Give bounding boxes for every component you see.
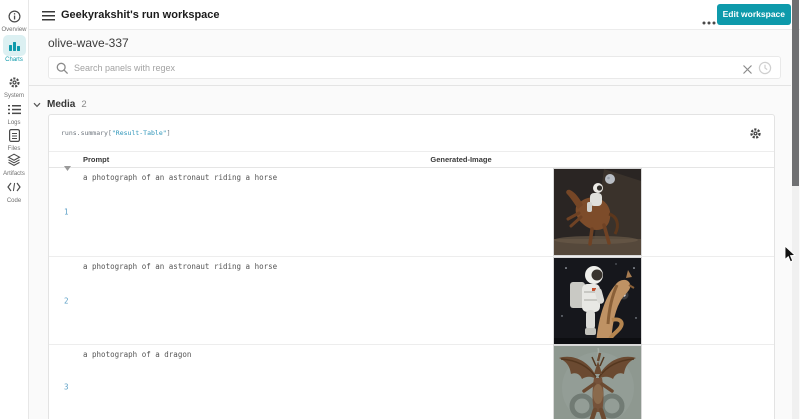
clear-search-icon[interactable] [742, 62, 753, 80]
vertical-scrollbar[interactable] [792, 0, 799, 419]
sidebar-item-overview[interactable]: Overview [0, 6, 28, 33]
media-section-header[interactable]: Media 2 [29, 86, 791, 113]
sidebar-label: Overview [0, 27, 28, 33]
media-section: Media 2 [29, 85, 791, 113]
more-options-icon[interactable] [702, 12, 716, 30]
run-name-heading: olive-wave-337 [48, 36, 129, 50]
scrollbar-thumb[interactable] [792, 0, 799, 186]
media-section-count: 2 [81, 99, 86, 110]
sidebar-item-files[interactable]: Files [0, 125, 28, 152]
table-row: a photograph of a dragon 3 [49, 345, 774, 419]
panel-settings-gear-icon[interactable] [749, 127, 762, 145]
column-header-generated-image[interactable]: Generated-Image [401, 152, 521, 168]
sidebar-item-artifacts[interactable]: Artifacts [0, 150, 28, 177]
gear-icon [3, 72, 26, 92]
sidebar-item-logs[interactable]: Logs [0, 99, 28, 126]
sidebar-label: Code [0, 198, 28, 204]
edit-workspace-button[interactable]: Edit workspace [717, 4, 791, 25]
table-row: a photograph of an astronaut riding a ho… [49, 257, 774, 345]
sidebar-label: Charts [0, 57, 28, 63]
page-title: Geekyrakshit's run workspace [61, 0, 220, 30]
chevron-down-icon [33, 95, 41, 113]
column-header-prompt[interactable]: Prompt [83, 152, 109, 168]
table-row: a photograph of an astronaut riding a ho… [49, 168, 774, 257]
left-nav-sidebar: Overview Charts System Logs Files [0, 0, 29, 419]
sidebar-item-system[interactable]: System [0, 72, 28, 99]
generated-image-astronaut-horse-1[interactable] [554, 169, 641, 255]
prompt-cell: a photograph of a dragon [83, 350, 191, 359]
search-icon [56, 62, 69, 80]
result-table-panel: runs.summary["Result-Table"] Prompt Gene… [48, 114, 775, 419]
info-circle-icon [3, 6, 26, 26]
panel-query-bar: runs.summary["Result-Table"] [49, 115, 774, 152]
media-section-title: Media [47, 99, 75, 110]
query-prefix: runs.summary[ [61, 129, 112, 137]
hamburger-menu-icon[interactable] [42, 9, 55, 27]
row-index-link[interactable]: 1 [64, 208, 69, 217]
panel-query-expression: runs.summary["Result-Table"] [61, 129, 171, 137]
list-icon [3, 99, 26, 119]
generated-image-dragon[interactable] [554, 346, 641, 419]
prompt-cell: a photograph of an astronaut riding a ho… [83, 173, 277, 182]
workspace-page: Overview Charts System Logs Files [0, 0, 800, 419]
prompt-cell: a photograph of an astronaut riding a ho… [83, 262, 277, 271]
top-header-bar: Geekyrakshit's run workspace Edit worksp… [29, 0, 800, 30]
query-string: "Result-Table" [112, 129, 167, 137]
layers-icon [3, 150, 26, 170]
search-history-icon[interactable] [758, 61, 772, 80]
code-brackets-icon [3, 177, 26, 197]
main-content: olive-wave-337 Media 2 [29, 30, 800, 419]
document-icon [3, 125, 26, 145]
panel-search-bar [48, 56, 781, 79]
generated-image-astronaut-horse-2[interactable] [554, 258, 641, 344]
search-input[interactable] [74, 57, 734, 78]
sidebar-item-charts[interactable]: Charts [0, 35, 28, 63]
sidebar-item-code[interactable]: Code [0, 177, 28, 204]
query-suffix: ] [167, 129, 171, 137]
table-header-row: Prompt Generated-Image [49, 152, 774, 168]
row-index-link[interactable]: 2 [64, 296, 69, 305]
row-index-link[interactable]: 3 [64, 383, 69, 392]
bar-chart-icon [3, 35, 26, 56]
